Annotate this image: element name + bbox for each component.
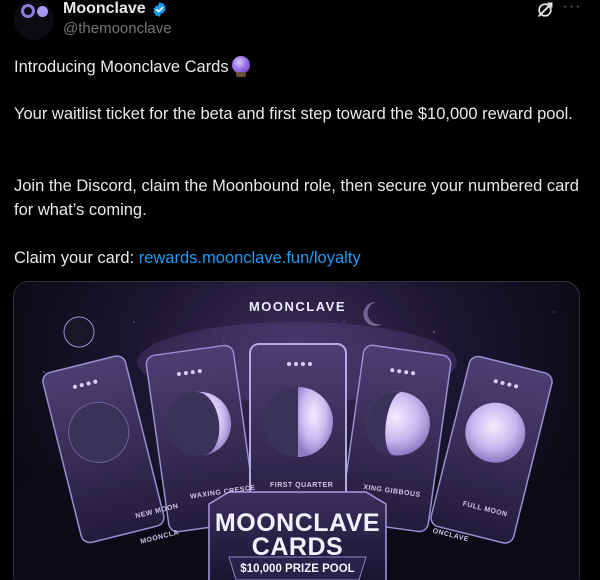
post: Moonclave @themoonclave ··· Introducing … xyxy=(0,0,600,580)
verified-badge-icon xyxy=(153,1,166,17)
author-name-row: Moonclave xyxy=(63,0,168,18)
author-handle[interactable]: @themoonclave xyxy=(63,20,172,37)
media-prize-text: $10,000 PRIZE POOL xyxy=(240,563,355,575)
post-paragraph-waitlist: Your waitlist ticket for the beta and fi… xyxy=(14,105,573,123)
crystal-ball-icon xyxy=(231,56,250,77)
moonclave-logo-icon xyxy=(20,4,48,18)
media-brand-text: MOONCLAVE xyxy=(248,299,347,314)
claim-prefix: Claim your card: xyxy=(14,249,139,267)
post-media-image[interactable]: MOONCLAVE NEW MOON WAXING CRESCE FIRST Q… xyxy=(13,281,580,580)
post-claim-line: Claim your card: rewards.moonclave.fun/l… xyxy=(14,246,584,270)
post-line-intro: Introducing Moonclave Cards xyxy=(14,55,584,79)
author-display-name[interactable]: Moonclave xyxy=(63,0,146,18)
card-label-first-quarter: FIRST QUARTER xyxy=(270,482,334,489)
grok-icon[interactable] xyxy=(535,0,555,20)
more-options-icon[interactable]: ··· xyxy=(560,0,584,18)
post-paragraph-discord: Join the Discord, claim the Moonbound ro… xyxy=(14,177,579,219)
claim-link[interactable]: rewards.moonclave.fun/loyalty xyxy=(139,249,361,267)
avatar[interactable] xyxy=(14,0,54,40)
post-intro-text: Introducing Moonclave Cards xyxy=(14,58,229,76)
media-title-line2: CARDS xyxy=(251,533,344,561)
